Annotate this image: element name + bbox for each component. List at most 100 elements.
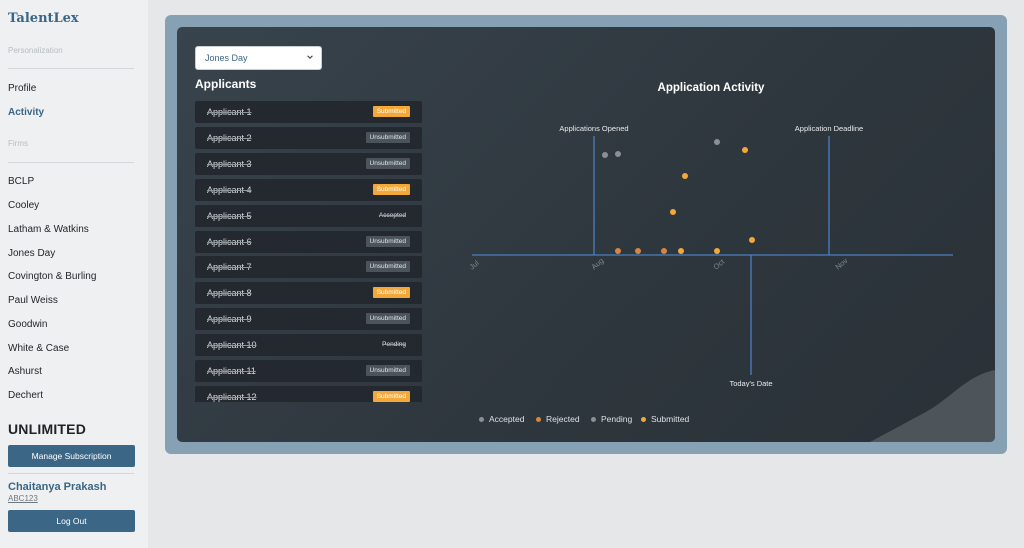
legend-dot xyxy=(479,416,484,422)
status-badge: Submitted xyxy=(372,106,410,117)
marker-label-today: Today's Date xyxy=(729,379,772,387)
legend-item-rejected: Rejected xyxy=(536,414,580,424)
status-badge: Accepted xyxy=(378,211,406,219)
status-badge: Unsubmitted xyxy=(365,313,410,325)
sidebar: TalentLex Personalization Profile Activi… xyxy=(0,0,148,548)
status-badge: Submitted xyxy=(372,287,410,299)
applicant-name: Applicant 12 xyxy=(207,391,257,402)
applicant-row[interactable]: Applicant 5 Accepted xyxy=(195,204,422,227)
applicant-name: Applicant 4 xyxy=(207,184,252,195)
legend-dot xyxy=(536,416,541,422)
divider xyxy=(8,473,134,474)
applicant-name: Applicant 7 xyxy=(207,262,252,273)
scatter-point xyxy=(635,248,641,254)
legend-label: Pending xyxy=(601,414,633,424)
divider xyxy=(8,162,134,163)
applicant-name: Applicant 8 xyxy=(207,288,252,299)
activity-chart: Application Activity Applications Opened A… xyxy=(468,82,953,387)
applicant-list[interactable]: Applicant 1 Submitted Applicant 2 Unsubmitt… xyxy=(195,101,423,402)
sidebar-item-profile[interactable]: Profile xyxy=(8,83,36,94)
sidebar-item-white-case[interactable]: White & Case xyxy=(8,343,69,354)
sidebar-item-activity[interactable]: Activity xyxy=(8,107,44,118)
sidebar-item-latham-watkins[interactable]: Latham & Watkins xyxy=(8,224,89,235)
plan-title: UNLIMITED xyxy=(8,421,87,437)
status-badge: Unsubmitted xyxy=(365,365,410,376)
legend-label: Accepted xyxy=(489,414,525,424)
applicant-name: Applicant 6 xyxy=(207,236,252,247)
legend-dot xyxy=(641,416,646,422)
x-tick-label: Aug xyxy=(590,256,606,271)
applicant-name: Applicant 1 xyxy=(207,107,252,117)
applicant-row[interactable]: Applicant 9 Unsubmitted xyxy=(195,308,422,331)
applicant-name: Applicant 10 xyxy=(207,340,257,351)
scatter-point xyxy=(742,147,748,153)
scatter-point xyxy=(714,248,720,254)
legend-dot xyxy=(591,416,596,422)
applicant-row[interactable]: Applicant 8 Submitted xyxy=(195,282,422,305)
applicant-name: Applicant 2 xyxy=(207,132,252,143)
scatter-point xyxy=(714,139,720,145)
legend-label: Rejected xyxy=(546,414,580,424)
main-panel: Jones Day Applicants Applicant 1 Submitte… xyxy=(165,15,1007,454)
status-badge: Unsubmitted xyxy=(365,235,410,247)
scatter-point xyxy=(602,152,608,158)
legend-item-pending: Pending xyxy=(591,414,632,424)
status-badge: Unsubmitted xyxy=(365,131,410,143)
status-badge: Pending xyxy=(382,341,406,349)
sidebar-item-goodwin[interactable]: Goodwin xyxy=(8,319,47,330)
applicant-row[interactable]: Applicant 7 Unsubmitted xyxy=(195,256,422,279)
scatter-point xyxy=(670,209,676,215)
sidebar-item-dechert[interactable]: Dechert xyxy=(8,390,43,401)
marker-label-opened: Applications Opened xyxy=(559,124,628,133)
chart-title: Application Activity xyxy=(658,82,766,94)
brand-logo[interactable]: TalentLex xyxy=(8,11,79,26)
applicant-name: Applicant 5 xyxy=(207,210,252,221)
personalization-label: Personalization xyxy=(8,46,63,55)
status-badge: Submitted xyxy=(372,390,410,402)
chevron-down-icon xyxy=(307,55,313,59)
applicant-row[interactable]: Applicant 4 Submitted xyxy=(195,178,422,201)
scatter-point xyxy=(661,248,667,254)
scatter-point xyxy=(678,248,684,254)
sidebar-item-cooley[interactable]: Cooley xyxy=(8,200,39,211)
applicant-row[interactable]: Applicant 2 Unsubmitted xyxy=(195,126,422,149)
legend-item-accepted: Accepted xyxy=(479,414,524,424)
sidebar-item-paul-weiss[interactable]: Paul Weiss xyxy=(8,295,58,306)
status-badge: Submitted xyxy=(372,183,410,195)
scatter-point xyxy=(682,173,688,179)
applicant-row[interactable]: Applicant 6 Unsubmitted xyxy=(195,230,422,253)
applicants-title: Applicants xyxy=(195,77,257,91)
user-name: Chaitanya Prakash xyxy=(8,481,107,493)
applicant-row[interactable]: Applicant 12 Submitted xyxy=(195,385,422,402)
applicant-row[interactable]: Applicant 1 Submitted xyxy=(195,101,422,123)
x-tick-label: Nov xyxy=(834,256,850,272)
marker-label-deadline: Application Deadline xyxy=(795,124,863,133)
status-badge: Unsubmitted xyxy=(365,261,410,273)
legend-label: Submitted xyxy=(651,414,690,424)
sidebar-item-covington-burling[interactable]: Covington & Burling xyxy=(8,271,96,282)
firm-select-value: Jones Day xyxy=(205,53,248,63)
manage-subscription-button[interactable]: Manage Subscription xyxy=(8,445,135,467)
scatter-point xyxy=(749,237,755,243)
applicant-name: Applicant 9 xyxy=(207,314,252,325)
x-tick-label: Oct xyxy=(712,257,727,272)
applicant-row[interactable]: Applicant 10 Pending xyxy=(195,334,422,357)
divider xyxy=(8,68,134,69)
activity-card: Jones Day Applicants Applicant 1 Submitte… xyxy=(177,27,995,442)
legend-item-submitted: Submitted xyxy=(641,414,689,424)
user-code-link[interactable]: ABC123 xyxy=(8,494,38,503)
sidebar-item-jones-day[interactable]: Jones Day xyxy=(8,248,55,259)
firm-select[interactable]: Jones Day xyxy=(195,46,322,70)
firms-label: Firms xyxy=(8,139,28,148)
scatter-point xyxy=(615,151,621,157)
x-tick-label: Jul xyxy=(468,258,481,271)
sidebar-item-bclp[interactable]: BCLP xyxy=(8,176,34,187)
applicant-name: Applicant 3 xyxy=(207,158,252,169)
applicant-row[interactable]: Applicant 11 Unsubmitted xyxy=(195,360,422,382)
applicant-name: Applicant 11 xyxy=(207,366,256,376)
logout-button[interactable]: Log Out xyxy=(8,510,135,532)
sidebar-item-ashurst[interactable]: Ashurst xyxy=(8,366,42,377)
scatter-point xyxy=(615,248,621,254)
applicant-row[interactable]: Applicant 3 Unsubmitted xyxy=(195,152,422,175)
status-badge: Unsubmitted xyxy=(365,157,410,169)
